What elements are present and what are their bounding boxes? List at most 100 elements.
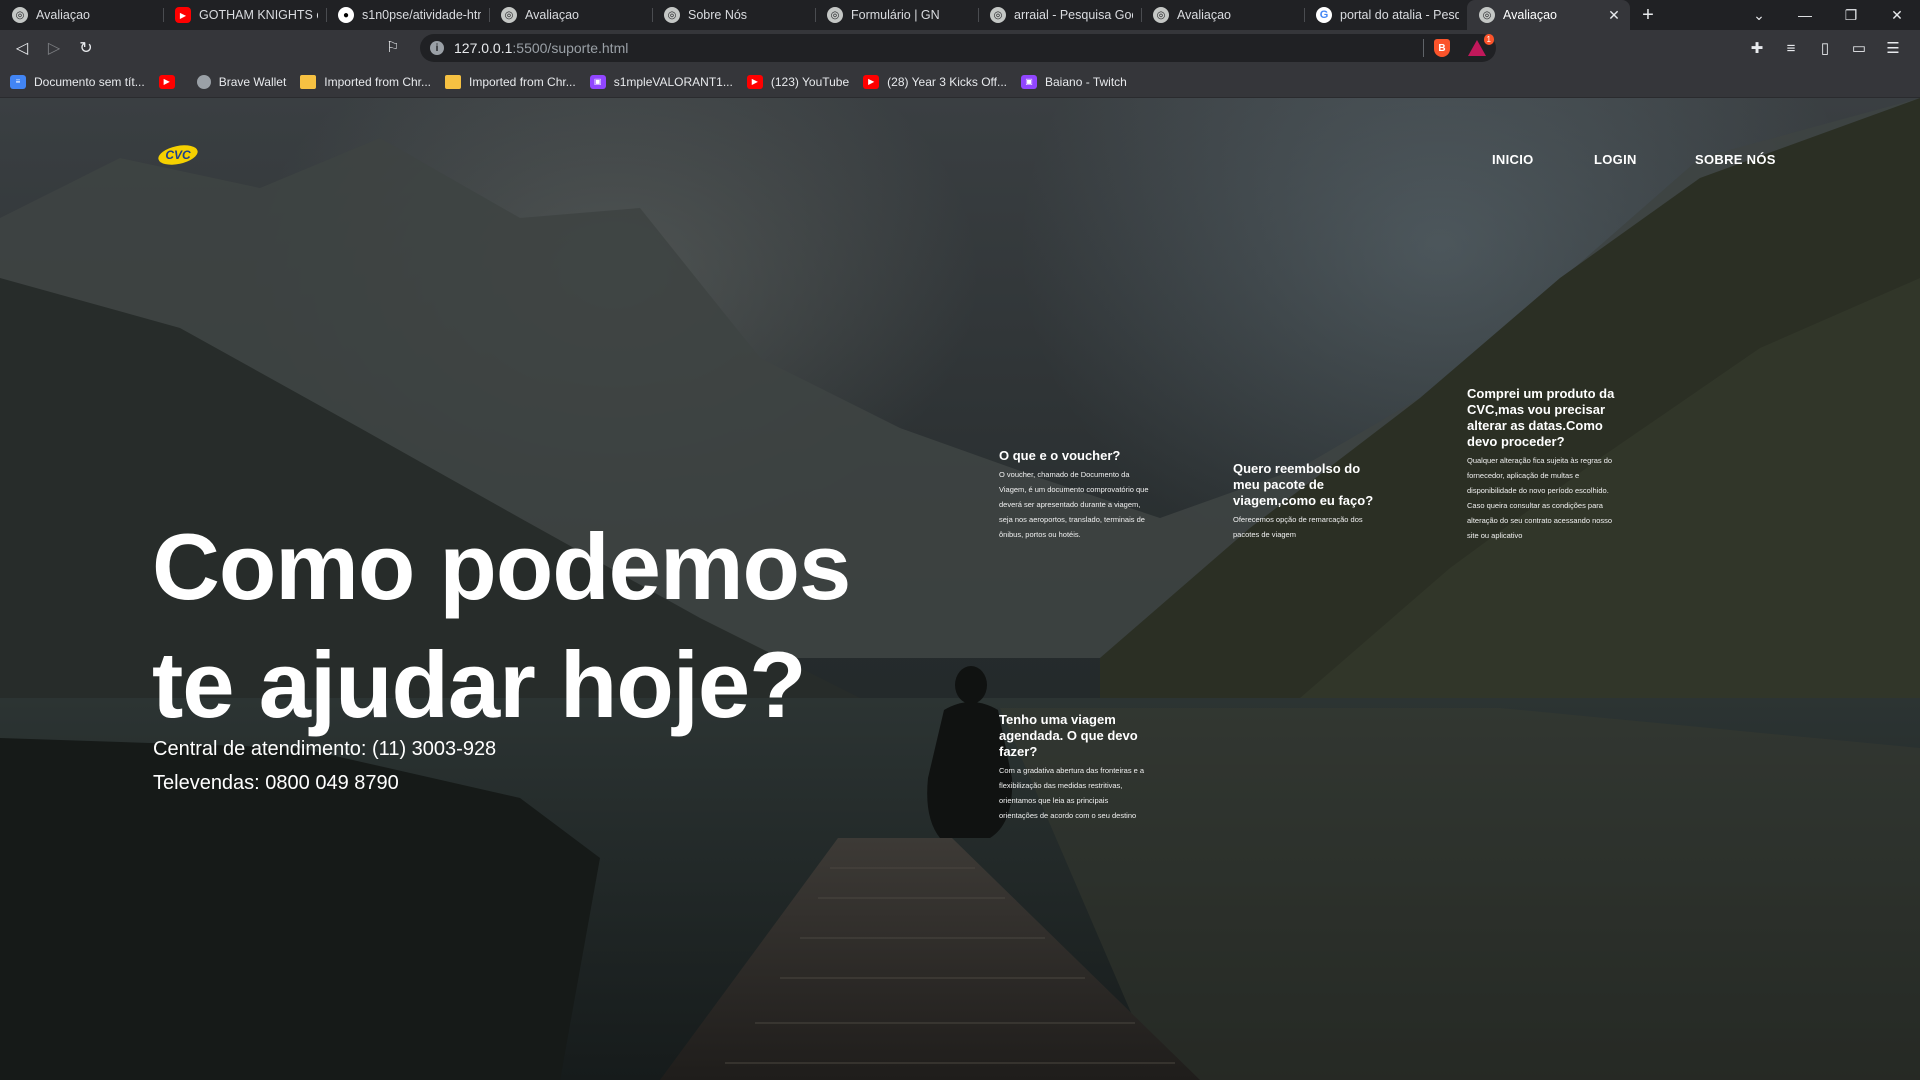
- bookmark-item[interactable]: Imported from Chr...: [445, 74, 576, 89]
- browser-tab[interactable]: ◎ Avaliaçao: [489, 0, 652, 30]
- globe-icon: ◎: [501, 7, 517, 23]
- faq-item: O que e o voucher? O voucher, chamado de…: [999, 448, 1149, 542]
- browser-tab[interactable]: ◎ Avaliaçao: [1141, 0, 1304, 30]
- tab-title: Formulário | GN: [851, 8, 940, 22]
- hero-title-line-1: Como podemos: [152, 514, 851, 619]
- bookmark-label: (123) YouTube: [770, 74, 850, 89]
- logo-text: CVC: [165, 148, 191, 162]
- faq-answer: Com a gradativa abertura das fronteiras …: [999, 766, 1145, 820]
- back-button[interactable]: ◁: [6, 32, 38, 64]
- bookmark-item[interactable]: ≡ Documento sem tít...: [10, 74, 145, 89]
- browser-tab[interactable]: ◎ Formulário | GN: [815, 0, 978, 30]
- globe-icon: ◎: [12, 7, 28, 23]
- page-viewport: CVC INICIO LOGIN SOBRE NÓS Como podemos …: [0, 98, 1920, 1080]
- bookmark-page-icon[interactable]: ⚐: [386, 38, 399, 56]
- restore-button[interactable]: ❐: [1828, 7, 1874, 24]
- browser-toolbar: ◁ ▷ ↻ ⚐ i 127.0.0.1:5500/suporte.html B …: [0, 30, 1920, 66]
- tab-title: GOTHAM KNIGHTS é m: [199, 8, 318, 22]
- tab-title: Avaliaçao: [525, 8, 579, 22]
- faq-item: Quero reembolso do meu pacote de viagem,…: [1233, 461, 1383, 542]
- bookmark-label: s1mpleVALORANT1...: [613, 74, 733, 89]
- bookmark-item[interactable]: Brave Wallet: [196, 74, 287, 89]
- cvc-logo[interactable]: CVC: [157, 143, 199, 172]
- globe-icon: ◎: [827, 7, 843, 23]
- globe-icon: ◎: [664, 7, 680, 23]
- browser-tab[interactable]: ● s1n0pse/atividade-html: [326, 0, 489, 30]
- github-icon: ●: [338, 7, 354, 23]
- twitch-icon: ▣: [589, 74, 606, 89]
- faq-question: Comprei um produto da CVC,mas vou precis…: [1467, 386, 1615, 449]
- close-tab-icon[interactable]: ✕: [1606, 7, 1622, 24]
- page-content: CVC INICIO LOGIN SOBRE NÓS Como podemos …: [0, 98, 1920, 1080]
- hero-title: Como podemos te ajudar hoje?: [152, 508, 912, 744]
- bookmark-label: Brave Wallet: [218, 74, 287, 89]
- brave-shields-icon[interactable]: B: [1434, 39, 1450, 57]
- faq-answer: O voucher, chamado de Documento da Viage…: [999, 470, 1149, 539]
- browser-tab[interactable]: ◎ Sobre Nós: [652, 0, 815, 30]
- forward-button[interactable]: ▷: [38, 32, 70, 64]
- bookmark-item[interactable]: ▶: [158, 74, 183, 89]
- playlist-icon[interactable]: ≡: [1774, 40, 1808, 57]
- bookmark-label: (28) Year 3 Kicks Off...: [887, 74, 1007, 89]
- url-host: 127.0.0.1: [454, 40, 513, 56]
- tab-title: Avaliaçao: [1503, 8, 1557, 22]
- folder-icon: [300, 74, 317, 89]
- youtube-icon: ▶: [746, 74, 763, 89]
- globe-icon: ◎: [1153, 7, 1169, 23]
- reload-button[interactable]: ↻: [70, 32, 102, 64]
- tab-search-icon[interactable]: ⌄: [1736, 7, 1782, 24]
- divider: [1423, 39, 1424, 57]
- url-path: :5500/suporte.html: [512, 40, 629, 56]
- bookmark-item[interactable]: ▣ s1mpleVALORANT1...: [589, 74, 733, 89]
- browser-tab-active[interactable]: ◎ Avaliaçao ✕: [1467, 0, 1630, 30]
- faq-item: Comprei um produto da CVC,mas vou precis…: [1467, 386, 1617, 543]
- bookmark-item[interactable]: Imported from Chr...: [300, 74, 431, 89]
- faq-item: Tenho uma viagem agendada. O que devo fa…: [999, 712, 1149, 823]
- twitch-icon: ▣: [1021, 74, 1037, 89]
- bookmark-item[interactable]: ▶ (123) YouTube: [746, 74, 850, 89]
- youtube-icon: ▶: [175, 7, 191, 23]
- faq-question: O que e o voucher?: [999, 448, 1121, 463]
- nav-about-link[interactable]: SOBRE NÓS: [1695, 152, 1776, 167]
- address-bar[interactable]: i 127.0.0.1:5500/suporte.html B 1: [420, 34, 1496, 62]
- minimize-button[interactable]: —: [1782, 7, 1828, 23]
- docs-icon: ≡: [10, 74, 26, 89]
- tab-title: Avaliaçao: [36, 8, 90, 22]
- logo-image: CVC: [158, 145, 198, 165]
- support-phone: Central de atendimento: (11) 3003-928: [153, 738, 497, 760]
- close-window-button[interactable]: ✕: [1874, 7, 1920, 24]
- new-tab-button[interactable]: +: [1630, 0, 1666, 30]
- wallet-icon[interactable]: ▭: [1842, 39, 1876, 57]
- faq-question: Quero reembolso do meu pacote de viagem,…: [1233, 461, 1374, 508]
- browser-tab[interactable]: ◎ Avaliaçao: [0, 0, 163, 30]
- browser-tab[interactable]: ◎ arraial - Pesquisa Googl: [978, 0, 1141, 30]
- tab-strip: ◎ Avaliaçao ▶ GOTHAM KNIGHTS é m ● s1n0p…: [0, 0, 1920, 30]
- rewards-triangle: [1468, 40, 1486, 56]
- bookmark-label: Imported from Chr...: [469, 74, 576, 89]
- bookmarks-bar: ≡ Documento sem tít... ▶ Brave Wallet Im…: [0, 66, 1920, 98]
- browser-tab[interactable]: ▶ GOTHAM KNIGHTS é m: [163, 0, 326, 30]
- tab-title: s1n0pse/atividade-html: [362, 8, 481, 22]
- tab-title: Avaliaçao: [1177, 8, 1231, 22]
- hero-title-line-2: te ajudar hoje?: [152, 632, 807, 737]
- bookmark-label: Imported from Chr...: [324, 74, 431, 89]
- tab-title: arraial - Pesquisa Googl: [1014, 8, 1133, 22]
- nav-home-link[interactable]: INICIO: [1492, 152, 1534, 167]
- google-icon: G: [1316, 7, 1332, 23]
- extensions-icon[interactable]: ✚: [1740, 39, 1774, 57]
- sales-phone: Televendas: 0800 049 8790: [153, 772, 399, 794]
- brave-rewards-icon[interactable]: 1: [1468, 34, 1494, 56]
- bookmark-label: Baiano - Twitch: [1045, 74, 1127, 89]
- menu-icon[interactable]: ☰: [1876, 39, 1910, 57]
- bookmark-item[interactable]: ▶ (28) Year 3 Kicks Off...: [863, 74, 1007, 89]
- wallet-icon: [196, 74, 211, 89]
- browser-tab[interactable]: G portal do atalia - Pesqu: [1304, 0, 1467, 30]
- nav-login-link[interactable]: LOGIN: [1594, 152, 1637, 167]
- bookmark-item[interactable]: ▣ Baiano - Twitch: [1021, 74, 1127, 89]
- folder-icon: [445, 74, 461, 89]
- site-info-icon[interactable]: i: [430, 41, 444, 55]
- sidebar-icon[interactable]: ▯: [1808, 39, 1842, 57]
- rewards-badge: 1: [1483, 34, 1494, 45]
- globe-icon: ◎: [990, 7, 1006, 23]
- globe-icon: ◎: [1479, 7, 1495, 23]
